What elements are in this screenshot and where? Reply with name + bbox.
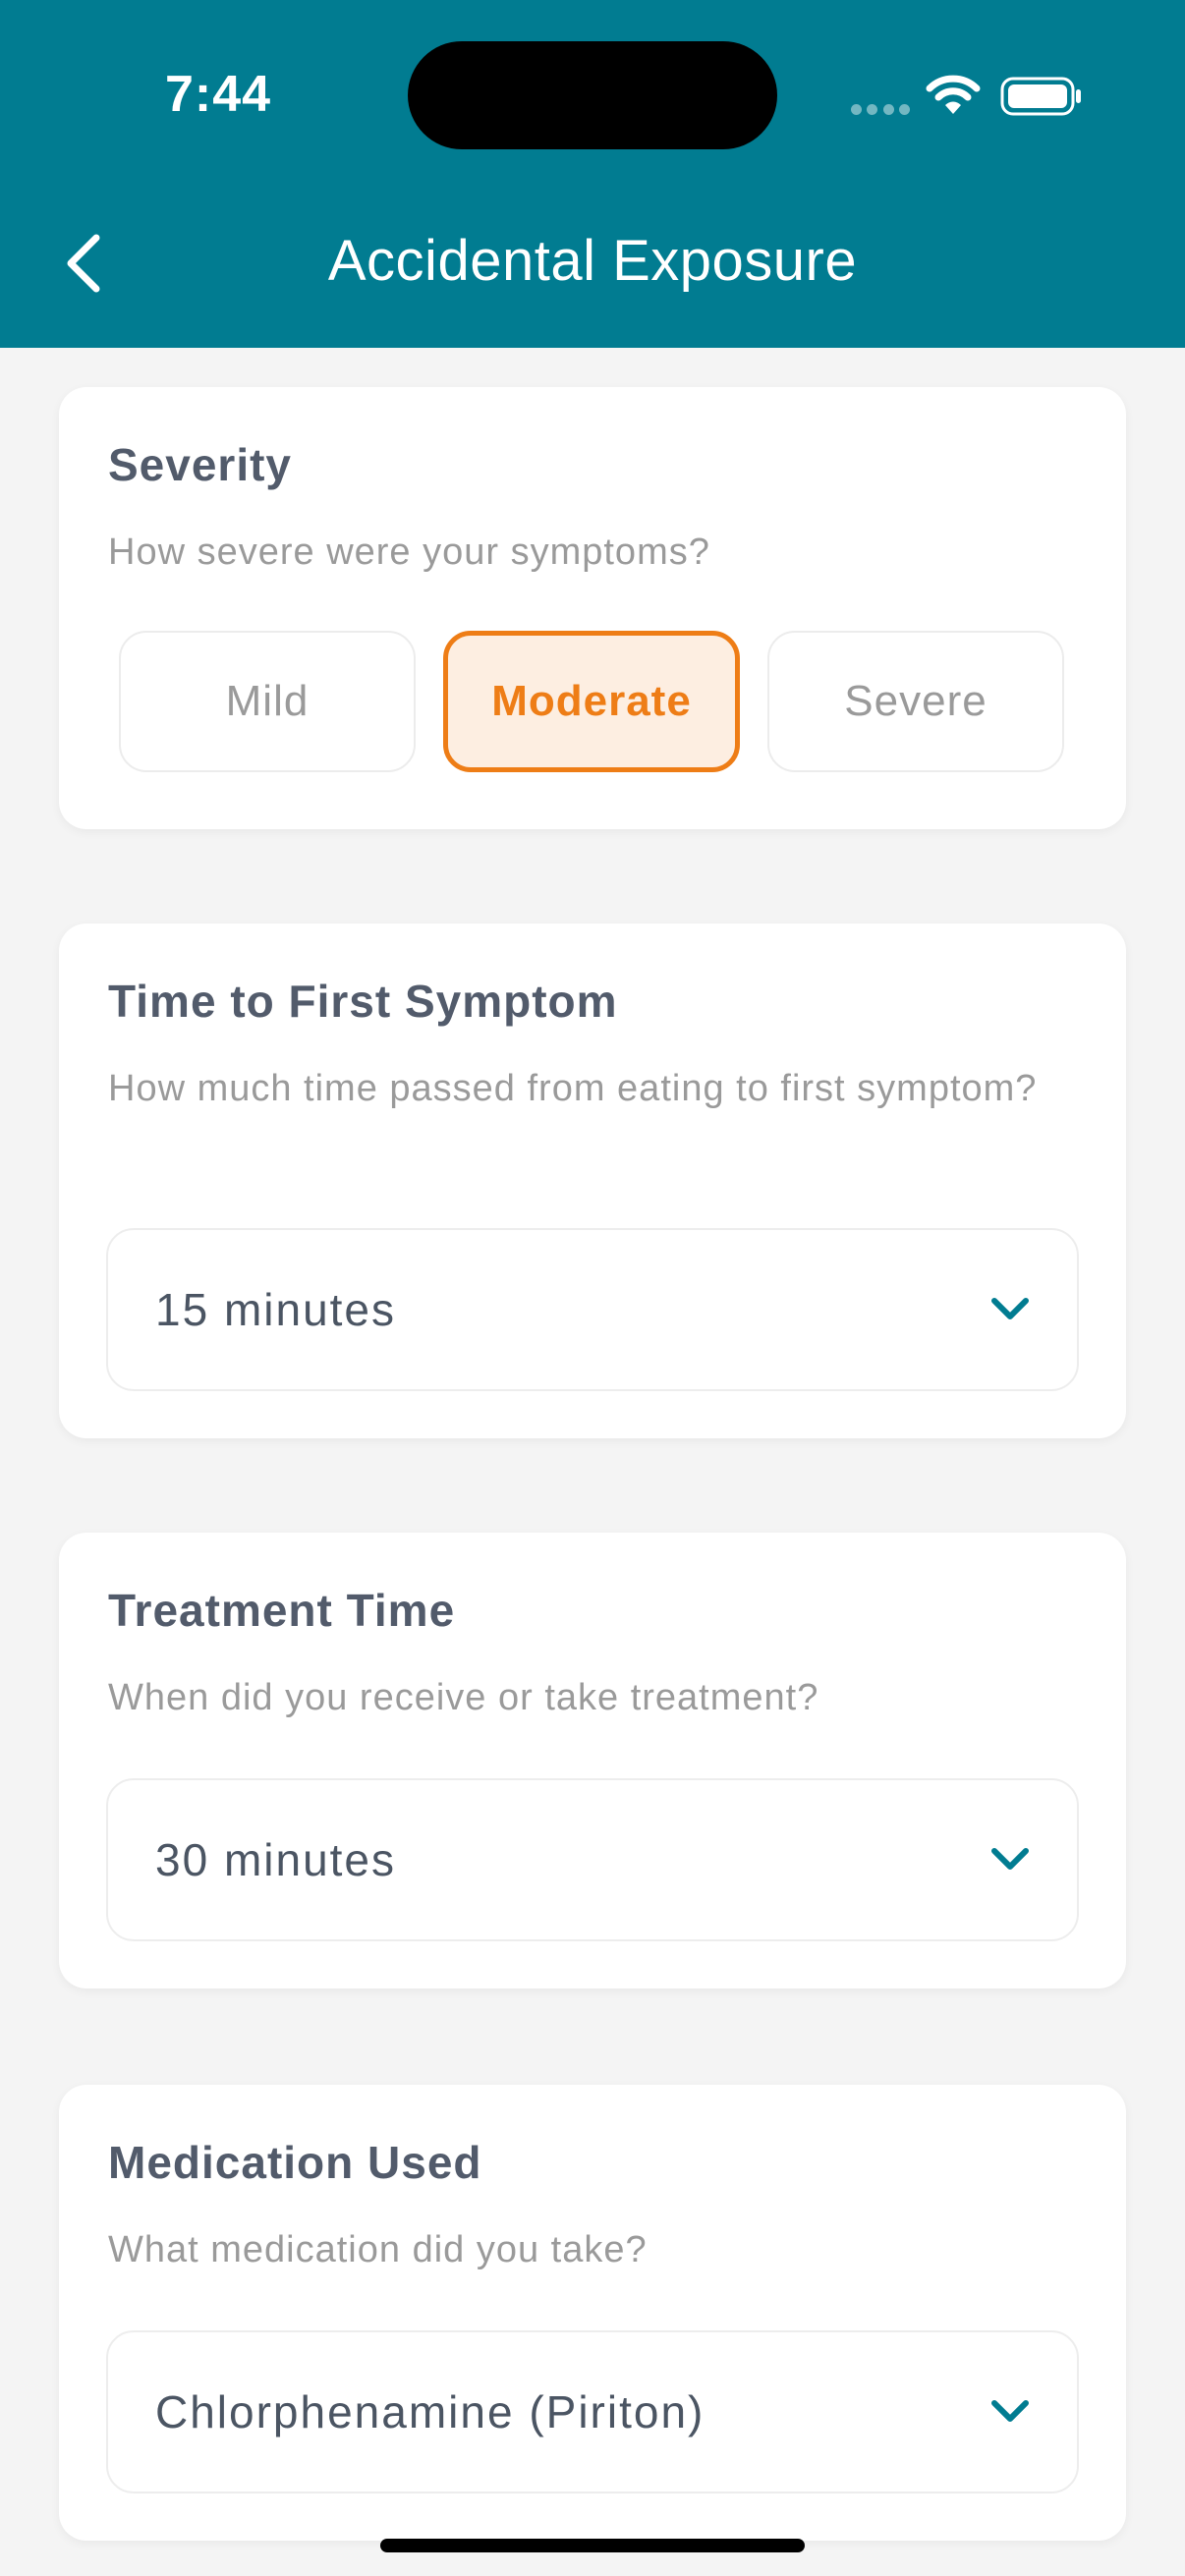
time-to-first-symptom-card: Time to First Symptom How much time pass… (59, 924, 1126, 1438)
time-to-first-symptom-value: 15 minutes (155, 1284, 397, 1335)
medication-used-card: Medication Used What medication did you … (59, 2085, 1126, 2541)
medication-used-value: Chlorphenamine (Piriton) (155, 2386, 705, 2437)
treatment-time-select[interactable]: 30 minutes (106, 1778, 1079, 1941)
wifi-icon (926, 75, 981, 114)
cellular-signal-icon (851, 103, 910, 115)
time-to-first-symptom-select[interactable]: 15 minutes (106, 1228, 1079, 1391)
home-indicator[interactable] (380, 2539, 805, 2552)
severity-card: Severity How severe were your symptoms? … (59, 387, 1126, 829)
severity-title: Severity (108, 439, 293, 490)
medication-used-select[interactable]: Chlorphenamine (Piriton) (106, 2330, 1079, 2493)
dynamic-island (408, 41, 777, 149)
time-to-first-symptom-subtitle: How much time passed from eating to firs… (108, 1068, 1038, 1109)
treatment-time-title: Treatment Time (108, 1585, 456, 1636)
severity-option-severe[interactable]: Severe (767, 631, 1064, 772)
treatment-time-subtitle: When did you receive or take treatment? (108, 1677, 819, 1718)
status-time: 7:44 (165, 66, 272, 123)
page-title: Accidental Exposure (327, 229, 858, 293)
chevron-down-icon (991, 1848, 1029, 1870)
battery-icon (1000, 77, 1081, 116)
medication-used-subtitle: What medication did you take? (108, 2229, 648, 2270)
severity-option-moderate[interactable]: Moderate (443, 631, 740, 772)
time-to-first-symptom-title: Time to First Symptom (108, 976, 618, 1027)
app-header: 7:44 Accidental Exposure (0, 0, 1185, 348)
medication-used-title: Medication Used (108, 2137, 482, 2188)
chevron-down-icon (991, 1298, 1029, 1319)
chevron-down-icon (991, 2400, 1029, 2422)
severity-subtitle: How severe were your symptoms? (108, 532, 710, 573)
treatment-time-card: Treatment Time When did you receive or t… (59, 1533, 1126, 1988)
treatment-time-value: 30 minutes (155, 1834, 397, 1885)
severity-option-mild[interactable]: Mild (119, 631, 416, 772)
